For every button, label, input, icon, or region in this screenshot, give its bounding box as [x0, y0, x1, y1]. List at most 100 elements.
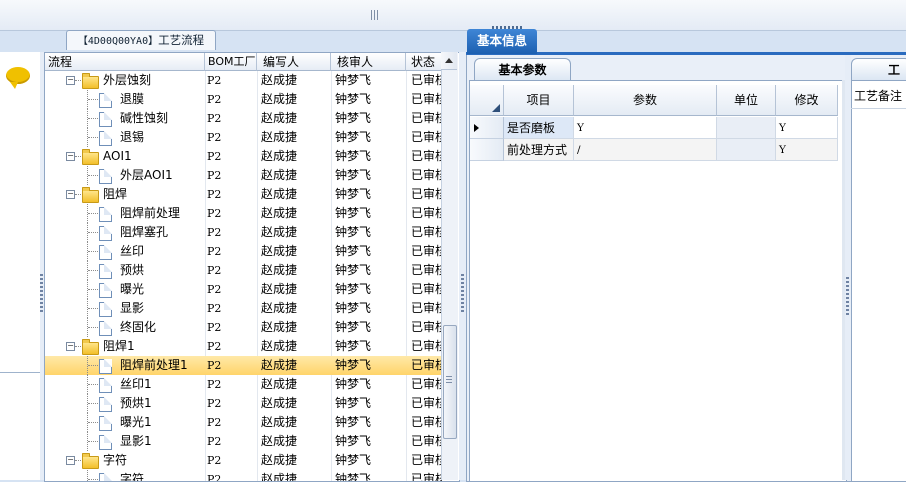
document-icon — [99, 473, 112, 481]
tree-node-label: 显影1 — [120, 434, 152, 448]
cell-writer: 赵成捷 — [261, 377, 298, 391]
process-tree-tab[interactable]: 【4D00Q00YA0】工艺流程 — [66, 30, 216, 50]
cell-writer: 赵成捷 — [261, 358, 298, 372]
tree-row[interactable]: 显影 P2 赵成捷 钟梦飞 已审核 — [45, 299, 442, 318]
tree-row[interactable]: 阻焊塞孔 P2 赵成捷 钟梦飞 已审核 — [45, 223, 442, 242]
cell-writer: 赵成捷 — [261, 301, 298, 315]
column-header-process[interactable]: 流程 — [45, 53, 205, 71]
tree-row[interactable]: 丝印1 P2 赵成捷 钟梦飞 已审核 — [45, 375, 442, 394]
cell-reviewer: 钟梦飞 — [335, 263, 372, 277]
cell-writer: 赵成捷 — [261, 73, 298, 87]
tree-node-label: 曝光1 — [120, 415, 152, 429]
tree-row[interactable]: 显影1 P2 赵成捷 钟梦飞 已审核 — [45, 432, 442, 451]
tree-row[interactable]: 丝印 P2 赵成捷 钟梦飞 已审核 — [45, 242, 442, 261]
document-icon — [99, 93, 112, 108]
param-cell-modify[interactable]: Y — [776, 117, 838, 139]
cell-reviewer: 钟梦飞 — [335, 472, 372, 482]
scroll-up-arrow-icon[interactable] — [441, 52, 457, 70]
tree-row[interactable]: 字符 P2 赵成捷 钟梦飞 已审核 — [45, 470, 442, 482]
column-header-status[interactable]: 状态 — [406, 53, 446, 71]
document-icon — [99, 112, 112, 127]
collapse-toggle-icon[interactable]: − — [66, 152, 75, 161]
splitter-grip-icon[interactable] — [40, 274, 43, 314]
param-cell-modify[interactable]: Y — [776, 139, 838, 161]
cell-writer: 赵成捷 — [261, 472, 298, 482]
cell-bom-factory: P2 — [207, 226, 222, 239]
collapse-toggle-icon[interactable]: − — [66, 190, 75, 199]
param-cell-unit[interactable] — [717, 117, 776, 139]
collapse-toggle-icon[interactable]: − — [66, 76, 75, 85]
tree-row[interactable]: 退膜 P2 赵成捷 钟梦飞 已审核 — [45, 90, 442, 109]
cell-bom-factory: P2 — [207, 340, 222, 353]
tree-row[interactable]: − 字符 P2 赵成捷 钟梦飞 已审核 — [45, 451, 442, 470]
cell-status: 已审核 — [411, 339, 442, 353]
param-header-item[interactable]: 项目 — [504, 85, 574, 116]
scrollbar-grip-icon — [446, 376, 452, 384]
tree-row[interactable]: − 阻焊1 P2 赵成捷 钟梦飞 已审核 — [45, 337, 442, 356]
splitter-grip-icon[interactable] — [371, 10, 379, 20]
process-remark-label: 工艺备注 — [854, 89, 903, 103]
cell-status: 已审核 — [411, 415, 442, 429]
middle-splitter[interactable] — [459, 52, 466, 480]
column-header-reviewer[interactable]: 核审人 — [331, 53, 406, 71]
cell-reviewer: 钟梦飞 — [335, 73, 372, 87]
collapse-toggle-icon[interactable]: − — [66, 342, 75, 351]
tree-line — [88, 327, 98, 328]
tab-basic-info[interactable]: 基本信息 — [467, 29, 537, 54]
tree-line — [88, 441, 98, 442]
param-cell-unit[interactable] — [717, 139, 776, 161]
tree-row[interactable]: 预烘 P2 赵成捷 钟梦飞 已审核 — [45, 261, 442, 280]
tree-row[interactable]: − 阻焊 P2 赵成捷 钟梦飞 已审核 — [45, 185, 442, 204]
param-cell-param[interactable]: Y — [574, 117, 717, 139]
splitter-grip-icon[interactable] — [461, 274, 464, 314]
tree-row[interactable]: − AOI1 P2 赵成捷 钟梦飞 已审核 — [45, 147, 442, 166]
cell-writer: 赵成捷 — [261, 130, 298, 144]
param-header-unit[interactable]: 单位 — [717, 85, 776, 116]
tab-process[interactable]: 工艺 — [851, 58, 906, 80]
tree-line — [75, 194, 81, 195]
tree-row[interactable]: 曝光1 P2 赵成捷 钟梦飞 已审核 — [45, 413, 442, 432]
row-indicator[interactable] — [470, 139, 504, 161]
cell-writer: 赵成捷 — [261, 168, 298, 182]
tree-row[interactable]: 阻焊前处理1 P2 赵成捷 钟梦飞 已审核 — [45, 356, 442, 375]
cell-writer: 赵成捷 — [261, 453, 298, 467]
cell-reviewer: 钟梦飞 — [335, 415, 372, 429]
tree-row[interactable]: 外层AOI1 P2 赵成捷 钟梦飞 已审核 — [45, 166, 442, 185]
param-header-param[interactable]: 参数 — [574, 85, 717, 116]
process-tree-grid[interactable]: 流程 BOM工厂 编写人 核审人 状态 −外层蚀刻P2赵成捷钟梦飞已审核退膜P2… — [44, 52, 460, 482]
param-cell-item[interactable]: 前处理方式 — [504, 139, 574, 161]
param-cell-item[interactable]: 是否磨板 — [504, 117, 574, 139]
current-row-arrow-icon — [474, 124, 479, 132]
left-side-panel — [0, 52, 41, 480]
row-indicator[interactable] — [470, 117, 504, 139]
tree-node-label: 阻焊塞孔 — [120, 225, 169, 239]
collapse-toggle-icon[interactable]: − — [66, 456, 75, 465]
column-header-writer[interactable]: 编写人 — [257, 53, 331, 71]
tree-row[interactable]: 阻焊前处理 P2 赵成捷 钟梦飞 已审核 — [45, 204, 442, 223]
folder-icon — [82, 339, 99, 355]
tree-node-label: 退锡 — [120, 130, 145, 144]
param-header-modify[interactable]: 修改 — [776, 85, 838, 116]
cell-reviewer: 钟梦飞 — [335, 396, 372, 410]
tree-row[interactable]: 预烘1 P2 赵成捷 钟梦飞 已审核 — [45, 394, 442, 413]
chat-bubble-icon[interactable] — [6, 67, 30, 89]
corner-triangle-icon — [492, 104, 500, 112]
cell-writer: 赵成捷 — [261, 244, 298, 258]
tree-row[interactable]: 曝光 P2 赵成捷 钟梦飞 已审核 — [45, 280, 442, 299]
param-cell-param[interactable]: / — [574, 139, 717, 161]
top-splitter-bar[interactable] — [0, 0, 906, 31]
splitter-grip-icon[interactable] — [846, 277, 849, 317]
tab-basic-params[interactable]: 基本参数 — [474, 58, 571, 81]
tree-row[interactable]: 碱性蚀刻 P2 赵成捷 钟梦飞 已审核 — [45, 109, 442, 128]
tree-row[interactable]: 终固化 P2 赵成捷 钟梦飞 已审核 — [45, 318, 442, 337]
tree-row[interactable]: 退锡 P2 赵成捷 钟梦飞 已审核 — [45, 128, 442, 147]
cell-status: 已审核 — [411, 472, 442, 482]
column-header-bom-factory[interactable]: BOM工厂 — [205, 53, 257, 71]
tree-row[interactable]: − 外层蚀刻 P2 赵成捷 钟梦飞 已审核 — [45, 71, 442, 90]
document-icon — [99, 359, 112, 374]
cell-status: 已审核 — [411, 92, 442, 106]
left-splitter[interactable] — [40, 52, 44, 480]
tree-node-label: 预烘 — [120, 263, 145, 277]
tree-line — [75, 346, 81, 347]
cell-status: 已审核 — [411, 396, 442, 410]
